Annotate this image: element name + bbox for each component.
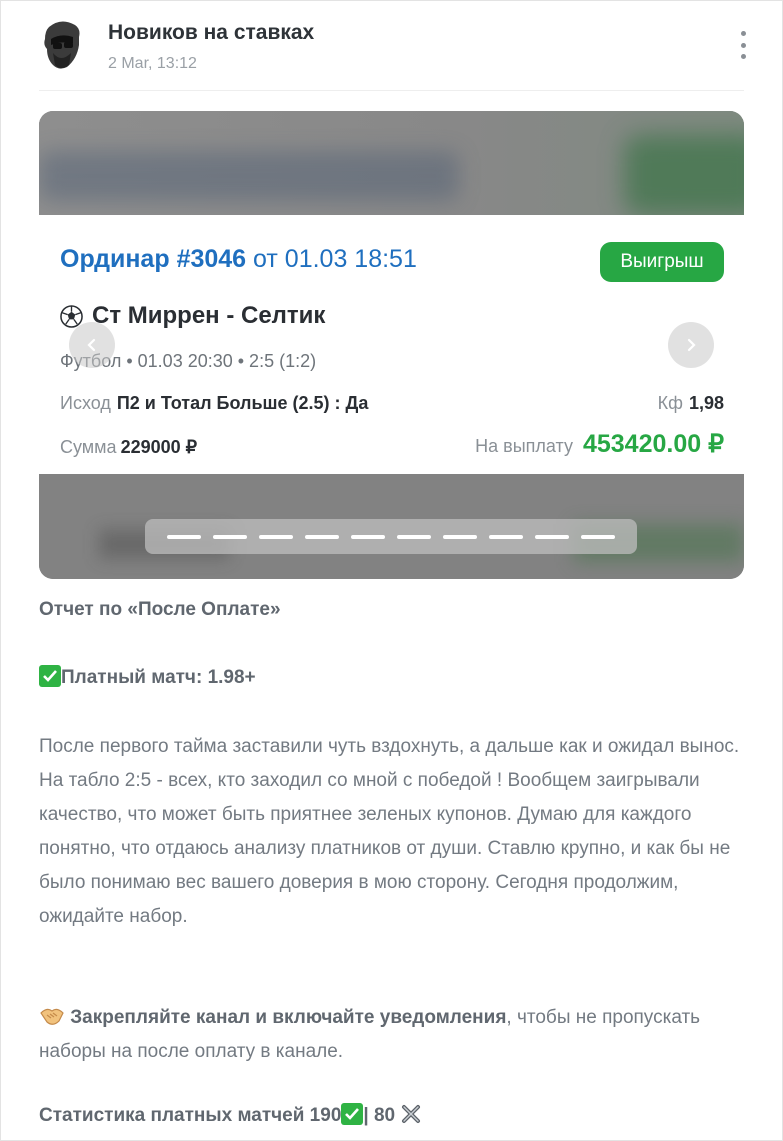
chevron-right-icon — [687, 338, 696, 352]
check-mark-icon — [39, 665, 61, 687]
stake-label: Сумма — [60, 437, 117, 457]
carousel-dot[interactable] — [535, 534, 569, 539]
bet-title: Ординар #3046 от 01.03 18:51 — [60, 245, 417, 274]
match-name: Ст Миррен - Селтик — [92, 302, 326, 329]
status-badge: Выигрыш — [600, 242, 724, 282]
cross-mark-icon — [400, 1103, 422, 1125]
outcome-row: Исход П2 и Тотал Больше (2.5) : Да — [60, 393, 368, 414]
outcome-label: Исход — [60, 393, 111, 413]
cta-line: Закрепляйте канал и включайте уведомлени… — [39, 1001, 749, 1069]
stats-prefix: Статистика платных матчей 190 — [39, 1105, 342, 1126]
carousel-dot[interactable] — [259, 534, 293, 539]
cta-bold-text: Закрепляйте канал и включайте уведомлени… — [70, 1007, 507, 1028]
check-mark-icon — [341, 1103, 364, 1125]
odds-row: Кф 1,98 — [658, 393, 724, 414]
carousel-pagination — [145, 519, 637, 554]
carousel-prev-button[interactable] — [69, 322, 115, 368]
carousel-dot[interactable] — [581, 534, 615, 539]
channel-name[interactable]: Новиков на ставках — [108, 21, 314, 45]
stats-line: Статистика платных матчей 190 | 80 — [39, 1099, 749, 1133]
stake-value: 229000 ₽ — [120, 437, 198, 457]
carousel-dot[interactable] — [167, 534, 201, 539]
payout-value: 453420.00 ₽ — [582, 430, 724, 458]
handshake-icon — [39, 1005, 65, 1027]
carousel-next-button[interactable] — [668, 322, 714, 368]
post-paragraph: После первого тайма заставили чуть вздох… — [39, 736, 740, 927]
blurred-background-top — [39, 111, 744, 215]
paid-match-line: Платный матч: 1.98+ — [39, 661, 749, 695]
football-icon — [60, 304, 83, 328]
post-card: Новиков на ставках 2 Mar, 13:12 Ординар … — [0, 0, 783, 1141]
outcome-value: П2 и Тотал Больше (2.5) : Да — [116, 393, 369, 413]
chevron-left-icon — [87, 338, 96, 352]
paid-match-text: Платный матч: 1.98+ — [61, 667, 256, 688]
carousel-dot[interactable] — [489, 534, 523, 539]
bet-type: Ординар — [60, 245, 170, 273]
stats-losses: | 80 — [363, 1105, 396, 1126]
carousel-dot[interactable] — [213, 534, 247, 539]
image-carousel[interactable]: Ординар #3046 от 01.03 18:51 Выигрыш Ст … — [39, 111, 744, 579]
payout-row: На выплату 453420.00 ₽ — [475, 429, 724, 459]
bet-slip: Ординар #3046 от 01.03 18:51 Выигрыш Ст … — [39, 215, 744, 474]
odds-value: 1,98 — [688, 393, 724, 413]
payout-label: На выплату — [475, 436, 573, 456]
bet-number: #3046 — [176, 245, 247, 273]
channel-avatar[interactable] — [39, 19, 83, 71]
post-header: Новиков на ставках 2 Mar, 13:12 — [39, 15, 746, 91]
carousel-dot[interactable] — [397, 534, 431, 539]
stake-row: Сумма 229000 ₽ — [60, 437, 197, 458]
more-options-icon[interactable] — [737, 31, 749, 59]
carousel-dot[interactable] — [305, 534, 339, 539]
carousel-dot[interactable] — [443, 534, 477, 539]
carousel-dot[interactable] — [351, 534, 385, 539]
bet-time: от 01.03 18:51 — [253, 245, 417, 273]
post-date: 2 Mar, 13:12 — [108, 55, 197, 72]
report-title: Отчет по «После Оплате» — [39, 599, 281, 620]
odds-label: Кф — [657, 393, 683, 413]
